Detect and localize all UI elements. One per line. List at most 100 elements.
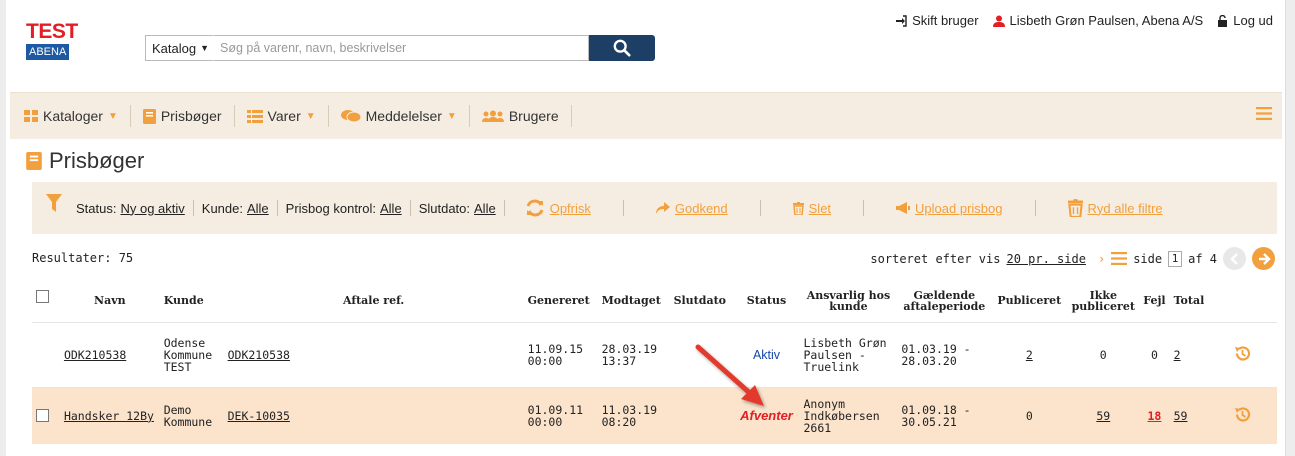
- row-checkbox[interactable]: [36, 409, 49, 423]
- history-button[interactable]: [1234, 407, 1251, 426]
- history-button[interactable]: [1234, 346, 1251, 365]
- row-kunde: Demo Kommune: [159, 387, 224, 444]
- book-icon: [142, 108, 156, 124]
- row-modtaget: 28.03.19 13:37: [597, 321, 670, 388]
- page-number-input[interactable]: 1: [1168, 250, 1183, 267]
- hamburger-icon: [1256, 107, 1272, 120]
- history-icon: [1235, 407, 1251, 422]
- col-kunde[interactable]: Kunde: [160, 280, 224, 322]
- row-ikke-publiceret-link[interactable]: 59: [1096, 409, 1110, 423]
- row-ref-link[interactable]: ODK210538: [228, 348, 290, 362]
- col-ikke-publiceret[interactable]: Ikke publiceret: [1067, 280, 1139, 322]
- clear-filters-button[interactable]: Ryd alle filtre: [1067, 199, 1163, 217]
- row-kunde-line2: Kommune: [163, 414, 213, 429]
- hamburger-menu[interactable]: [1256, 107, 1272, 125]
- upload-pricebook-label: Upload prisbog: [915, 200, 1003, 216]
- col-total[interactable]: Total: [1170, 280, 1209, 322]
- prev-page-button[interactable]: [1223, 247, 1246, 270]
- col-slutdato[interactable]: Slutdato: [670, 280, 734, 322]
- results-count: Resultater: 75: [32, 251, 134, 265]
- row-fejl-link[interactable]: 18: [1148, 409, 1162, 423]
- trash-icon: [1067, 199, 1083, 217]
- current-user[interactable]: Lisbeth Grøn Paulsen, Abena A/S: [992, 13, 1204, 28]
- slutdato-filter-label: Slutdato:: [418, 200, 471, 216]
- logo-test-text: TEST: [26, 20, 78, 43]
- search-button[interactable]: [589, 35, 655, 61]
- upload-pricebook-button[interactable]: Upload prisbog: [896, 200, 1003, 216]
- left-frame-edge: [0, 0, 6, 456]
- kontrol-filter-label: Prisbog kontrol:: [285, 200, 376, 216]
- row-genereret: 11.09.15 00:00: [523, 321, 598, 388]
- kunde-filter-value[interactable]: Alle: [247, 201, 269, 216]
- row-name-link[interactable]: Handsker 12By: [64, 409, 154, 423]
- row-periode-end: 28.03.20: [901, 353, 957, 368]
- divider: [863, 200, 865, 216]
- chevron-down-icon: ▼: [446, 110, 457, 122]
- next-page-button[interactable]: [1252, 247, 1275, 270]
- approve-button[interactable]: Godkend: [655, 201, 728, 216]
- chevron-right-icon: ›: [1097, 251, 1106, 266]
- status-badge: Aktiv: [752, 347, 781, 362]
- divider: [276, 200, 278, 216]
- table-row[interactable]: Handsker 12By Demo Kommune DEK-10035 01.0…: [32, 387, 1277, 444]
- col-ansvarlig[interactable]: Ansvarlig hos kunde: [799, 280, 897, 322]
- catalog-select-label: Katalog: [152, 40, 197, 56]
- search-input[interactable]: [213, 35, 589, 61]
- select-all-checkbox[interactable]: [36, 289, 49, 303]
- nav-varer-label: Varer: [267, 108, 301, 124]
- row-modtaget-time: 08:20: [601, 414, 637, 429]
- refresh-button[interactable]: Opfrisk: [525, 199, 591, 217]
- users-icon: [481, 110, 504, 122]
- list-view-icon[interactable]: [1111, 252, 1128, 265]
- kontrol-filter-value[interactable]: Alle: [380, 201, 402, 216]
- row-publiceret-link[interactable]: 2: [1026, 348, 1033, 362]
- delete-button[interactable]: Slet: [792, 201, 831, 216]
- row-ikke-publiceret: 0: [1067, 321, 1140, 388]
- chevron-down-icon: ▼: [305, 110, 316, 122]
- nav-brugere-label: Brugere: [508, 108, 559, 124]
- status-filter-value[interactable]: Ny og aktiv: [120, 201, 184, 216]
- row-periode-end: 30.05.21: [901, 414, 957, 429]
- sort-text: sorteret efter vis: [870, 251, 1001, 266]
- divider: [192, 200, 194, 216]
- col-fejl[interactable]: Fejl: [1139, 280, 1169, 322]
- row-fejl: 0: [1139, 321, 1170, 388]
- nav-meddelelser[interactable]: Meddelelser ▼: [329, 105, 470, 127]
- row-kunde-line3: TEST: [163, 359, 192, 374]
- nav-brugere[interactable]: Brugere: [470, 105, 572, 127]
- logo-abena-text: ABENA: [26, 44, 70, 60]
- row-ansvarlig: Anonym Indkøbersen 2661: [799, 387, 898, 444]
- nav-prisboger[interactable]: Prisbøger: [131, 105, 235, 127]
- table-header-row: Navn Kunde Aftale ref. Genereret Modtage…: [32, 280, 1277, 322]
- page-word: side: [1133, 251, 1163, 266]
- grid-icon: [24, 110, 38, 122]
- chevron-down-icon: ▼: [200, 43, 210, 53]
- nav-varer[interactable]: Varer ▼: [235, 105, 329, 127]
- col-periode[interactable]: Gældende aftaleperiode: [897, 280, 991, 322]
- pagination: sorteret efter vis 20 pr. side › side 1 …: [870, 247, 1275, 270]
- col-modtaget[interactable]: Modtaget: [598, 280, 670, 322]
- share-arrow-icon: [655, 202, 670, 214]
- scrollbar[interactable]: [1285, 0, 1295, 456]
- col-aftale-ref[interactable]: Aftale ref.: [224, 280, 524, 322]
- row-name-link[interactable]: ODK210538: [64, 348, 126, 362]
- col-status[interactable]: Status: [734, 280, 800, 322]
- switch-user-link[interactable]: Skift bruger: [895, 13, 979, 28]
- row-total-link[interactable]: 59: [1174, 409, 1188, 423]
- logout-link[interactable]: Log ud: [1217, 13, 1273, 28]
- page-title-text: Prisbøger: [49, 148, 145, 173]
- logo[interactable]: TEST ABENA: [26, 20, 82, 60]
- row-total-link[interactable]: 2: [1174, 348, 1181, 362]
- row-periode: 01.09.18 -30.05.21: [897, 387, 992, 444]
- table-row[interactable]: ODK210538 Odense Kommune TEST ODK210538 11…: [32, 321, 1277, 388]
- current-user-name: Lisbeth Grøn Paulsen, Abena A/S: [1009, 13, 1204, 28]
- slutdato-filter-value[interactable]: Alle: [474, 201, 496, 216]
- col-publiceret[interactable]: Publiceret: [991, 280, 1067, 322]
- user-icon: [992, 15, 1005, 27]
- catalog-select[interactable]: Katalog ▼: [145, 35, 214, 61]
- col-navn[interactable]: Navn: [60, 280, 160, 322]
- nav-kataloger[interactable]: Kataloger ▼: [24, 105, 131, 127]
- row-ref-link[interactable]: DEK-10035: [228, 409, 290, 423]
- per-page-link[interactable]: 20 pr. side: [1006, 252, 1085, 266]
- col-genereret[interactable]: Genereret: [524, 280, 598, 322]
